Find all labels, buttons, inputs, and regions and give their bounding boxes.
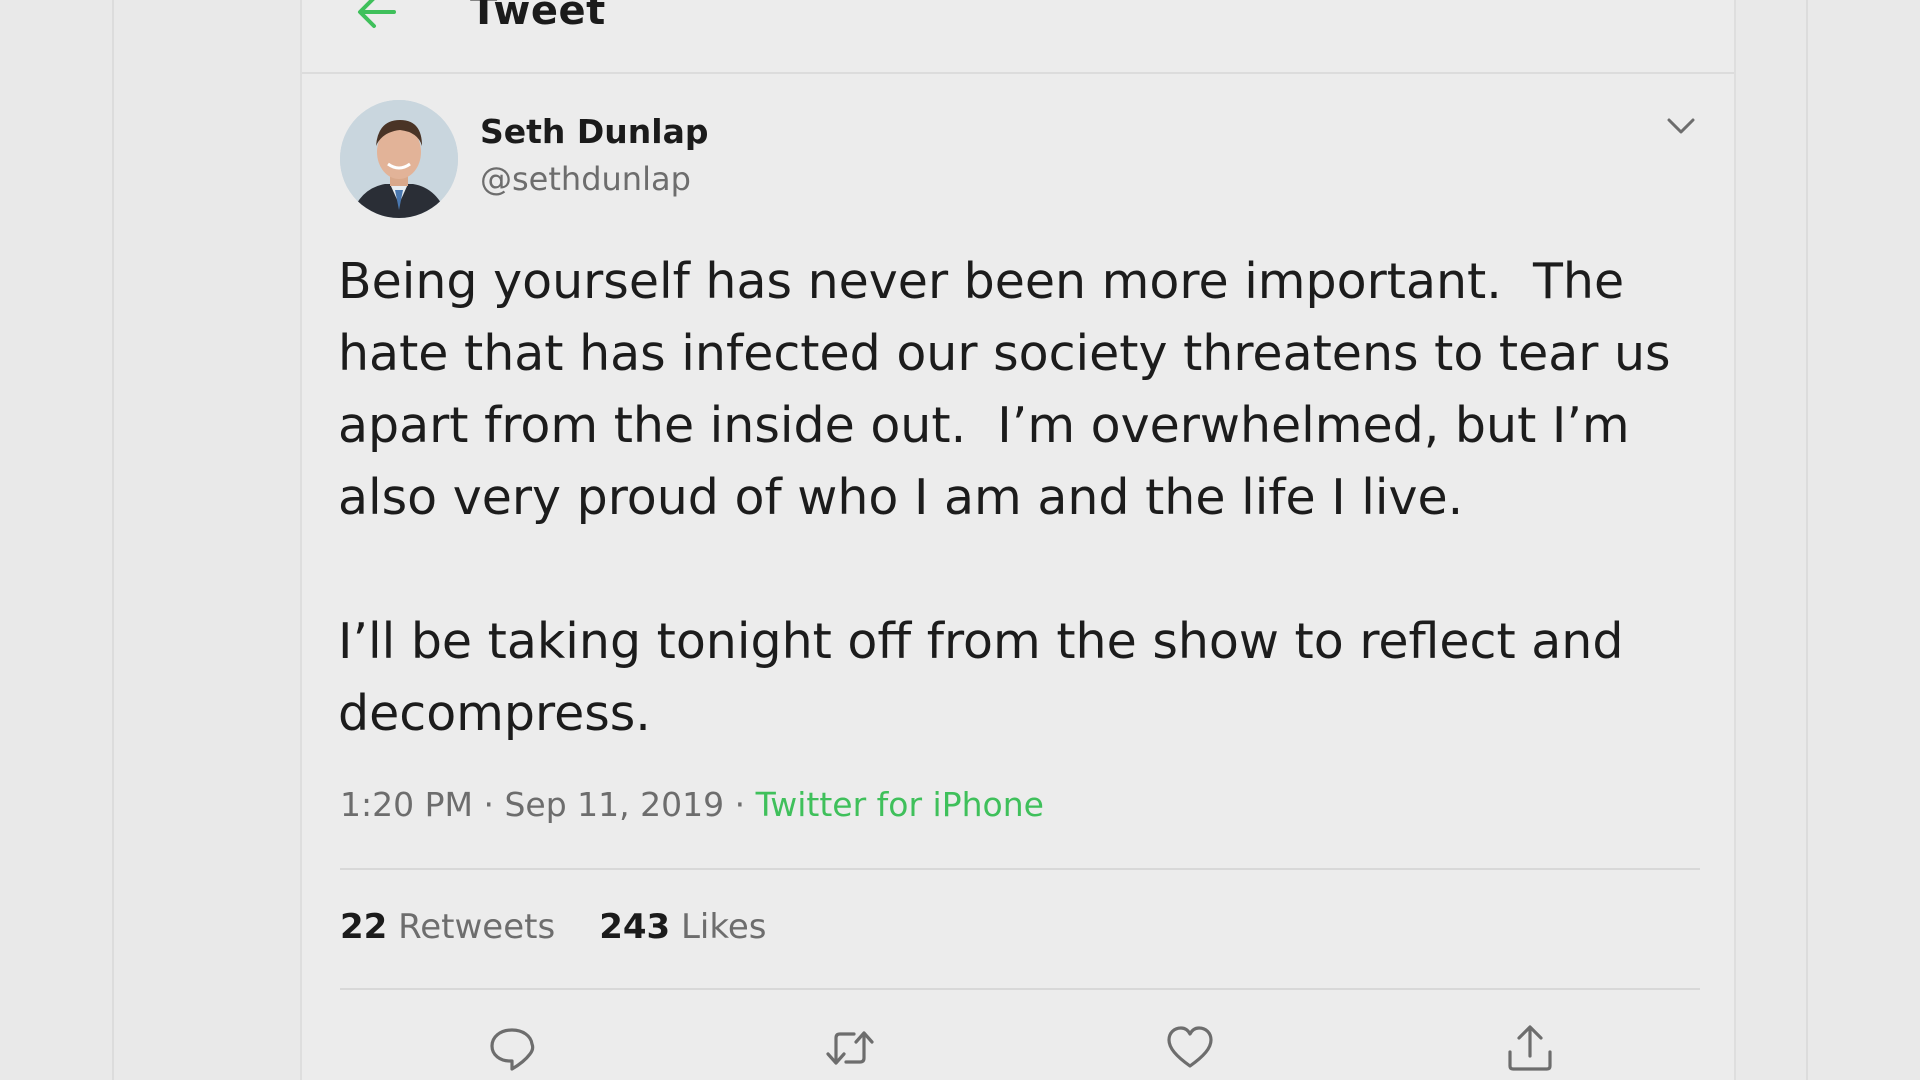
page-header: Tweet [302, 0, 1734, 74]
tweet-text: Being yourself has never been more impor… [338, 253, 1671, 742]
meta-separator: · [472, 785, 505, 824]
page: Tweet Seth Dunlap @sethdunlap Being your… [0, 0, 1920, 1080]
likes-stat[interactable]: 243 Likes [599, 907, 766, 947]
column-divider-right [1806, 0, 1808, 1080]
likes-count: 243 [599, 907, 671, 947]
retweets-count: 22 [340, 907, 388, 947]
share-icon[interactable] [1504, 1022, 1556, 1074]
retweet-icon[interactable] [824, 1022, 876, 1074]
likes-label: Likes [680, 907, 767, 947]
divider [340, 988, 1700, 990]
meta-separator: · [724, 785, 756, 824]
author-name[interactable]: Seth Dunlap [480, 112, 709, 151]
chevron-down-icon[interactable] [1664, 114, 1698, 138]
retweets-label: Retweets [398, 907, 556, 947]
tweet-meta: 1:20 PM · Sep 11, 2019 · Twitter for iPh… [340, 785, 1044, 824]
avatar[interactable] [340, 100, 458, 218]
column-divider-left [112, 0, 114, 1080]
tweet-time[interactable]: 1:20 PM [340, 785, 473, 824]
tweet-date[interactable]: Sep 11, 2019 [504, 785, 724, 824]
page-title: Tweet [470, 0, 606, 34]
heart-icon[interactable] [1164, 1022, 1216, 1074]
tweet-column: Tweet Seth Dunlap @sethdunlap Being your… [300, 0, 1736, 1080]
retweets-stat[interactable]: 22 Retweets [340, 907, 555, 947]
author-handle[interactable]: @sethdunlap [480, 160, 691, 198]
arrow-left-icon[interactable] [354, 0, 398, 32]
divider [340, 868, 1700, 870]
tweet-source-link[interactable]: Twitter for iPhone [756, 785, 1044, 824]
reply-icon[interactable] [486, 1022, 538, 1074]
tweet-stats: 22 Retweets 243 Likes [340, 907, 766, 947]
